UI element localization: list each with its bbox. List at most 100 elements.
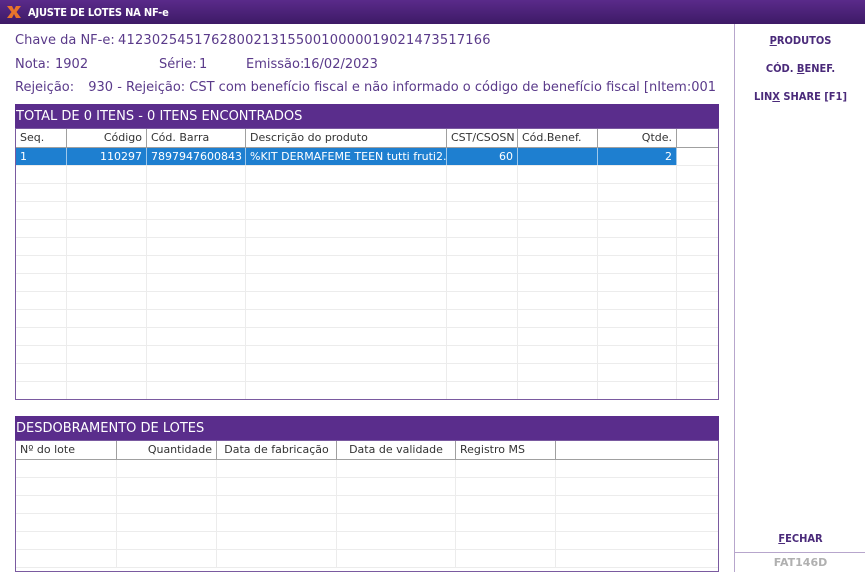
empty-cell (217, 550, 337, 567)
col-cst[interactable]: CST/CSOSN (447, 129, 518, 147)
lots-empty-rows (16, 460, 718, 568)
empty-cell (337, 550, 456, 567)
empty-cell (217, 460, 337, 477)
empty-cell (518, 202, 598, 219)
empty-row (16, 310, 718, 328)
empty-cell (447, 256, 518, 273)
col-cod-benef[interactable]: Cód.Benef. (518, 129, 598, 147)
col-registro-ms[interactable]: Registro MS (456, 441, 556, 459)
empty-cell (337, 514, 456, 531)
emissao-value: 16/02/2023 (303, 57, 378, 72)
empty-row (16, 496, 718, 514)
lots-grid-header: Nº do lote Quantidade Data de fabricação… (16, 441, 718, 460)
linx-share-button[interactable]: LINX SHARE [F1] (735, 90, 865, 103)
chave-value: 4123025451762800213155001000001902147351… (118, 33, 491, 48)
empty-cell (67, 256, 147, 273)
cell-descricao: %KIT DERMAFEME TEEN tutti fruti2... (246, 148, 447, 165)
items-section-title: TOTAL DE 0 ITENS - 0 ITENS ENCONTRADOS (16, 108, 303, 124)
col-cod-barra[interactable]: Cód. Barra (147, 129, 246, 147)
empty-cell (16, 202, 67, 219)
col-data-fabricacao[interactable]: Data de fabricação (217, 441, 337, 459)
empty-cell (456, 532, 556, 549)
empty-cell (217, 532, 337, 549)
empty-cell (147, 292, 246, 309)
empty-cell (147, 166, 246, 183)
empty-cell (598, 310, 677, 327)
empty-cell (16, 460, 117, 477)
empty-cell (117, 532, 217, 549)
empty-cell (518, 382, 598, 399)
items-empty-rows (16, 166, 718, 399)
empty-cell (16, 166, 67, 183)
empty-cell (556, 478, 718, 495)
col-seq[interactable]: Seq. (16, 129, 67, 147)
cod-benef-button[interactable]: CÓD. BENEF. (735, 62, 865, 75)
empty-row (16, 514, 718, 532)
empty-cell (246, 328, 447, 345)
empty-cell (518, 292, 598, 309)
empty-row (16, 166, 718, 184)
empty-row (16, 382, 718, 399)
col-codigo[interactable]: Código (67, 129, 147, 147)
empty-cell (337, 478, 456, 495)
cell-barra: 7897947600843 (147, 148, 246, 165)
empty-cell (117, 460, 217, 477)
empty-cell (598, 256, 677, 273)
empty-cell (67, 220, 147, 237)
empty-row (16, 328, 718, 346)
emissao-label: Emissão: (246, 57, 305, 72)
empty-cell (117, 550, 217, 567)
col-numero-lote[interactable]: Nº do lote (16, 441, 117, 459)
col-data-validade[interactable]: Data de validade (337, 441, 456, 459)
empty-cell (16, 364, 67, 381)
empty-cell (246, 256, 447, 273)
empty-cell (16, 514, 117, 531)
empty-cell (598, 292, 677, 309)
empty-row (16, 478, 718, 496)
empty-cell (447, 220, 518, 237)
empty-row (16, 532, 718, 550)
empty-cell (598, 364, 677, 381)
empty-cell (677, 346, 718, 363)
empty-cell (518, 256, 598, 273)
empty-cell (67, 184, 147, 201)
empty-cell (518, 184, 598, 201)
empty-cell (246, 220, 447, 237)
empty-cell (518, 346, 598, 363)
empty-cell (598, 274, 677, 291)
empty-cell (447, 184, 518, 201)
empty-cell (598, 220, 677, 237)
empty-cell (677, 220, 718, 237)
empty-cell (677, 310, 718, 327)
empty-cell (246, 238, 447, 255)
empty-cell (217, 514, 337, 531)
empty-cell (337, 532, 456, 549)
fechar-button[interactable]: FECHAR (735, 532, 865, 545)
col-quantidade[interactable]: Quantidade (117, 441, 217, 459)
empty-cell (677, 382, 718, 399)
empty-cell (677, 256, 718, 273)
col-qtde[interactable]: Qtde. (598, 129, 677, 147)
empty-cell (67, 238, 147, 255)
empty-cell (518, 328, 598, 345)
empty-row (16, 460, 718, 478)
empty-cell (16, 328, 67, 345)
empty-cell (677, 184, 718, 201)
empty-cell (598, 184, 677, 201)
lots-grid[interactable]: Nº do lote Quantidade Data de fabricação… (15, 440, 719, 572)
produtos-button[interactable]: PRODUTOS (735, 34, 865, 47)
nota-value: 1902 (55, 57, 89, 72)
items-grid[interactable]: Seq. Código Cód. Barra Descrição do prod… (15, 128, 719, 400)
cell-codigo: 110297 (67, 148, 147, 165)
empty-cell (16, 550, 117, 567)
empty-cell (147, 184, 246, 201)
table-row[interactable]: 1 110297 7897947600843 %KIT DERMAFEME TE… (16, 148, 718, 166)
col-filler (677, 129, 718, 147)
empty-cell (447, 202, 518, 219)
empty-cell (677, 328, 718, 345)
col-descricao[interactable]: Descrição do produto (246, 129, 447, 147)
empty-cell (518, 310, 598, 327)
cell-filler (677, 148, 718, 165)
empty-cell (16, 292, 67, 309)
empty-cell (447, 292, 518, 309)
